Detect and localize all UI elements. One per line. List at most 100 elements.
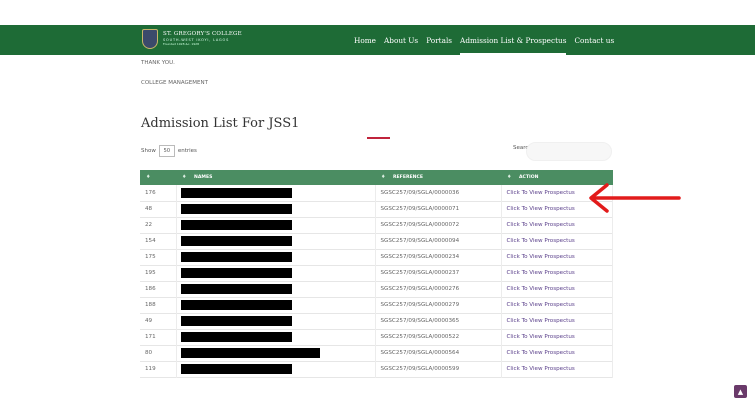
table-row: 49 SGSC257/09/SGLA/0000365 Click To View P… — [140, 313, 613, 329]
table-row: 186 SGSC257/09/SGLA/0000276 Click To View … — [140, 281, 613, 297]
reference-cell: SGSC257/09/SGLA/0000599 — [375, 361, 502, 377]
arrow-left-icon — [589, 183, 681, 213]
admission-table: ♦ ♦ NAMES ♦ REFERENCE ♦ ACTION 176 SGSC257/0… — [140, 170, 613, 378]
table-row: 80 SGSC257/09/SGLA/0000564 Click To View P… — [140, 345, 613, 361]
nav-item-about-us[interactable]: About Us — [384, 36, 418, 45]
serial-number-cell: 171 — [140, 329, 177, 345]
name-cell — [176, 201, 376, 217]
reference-cell: SGSC257/09/SGLA/0000237 — [375, 265, 502, 281]
view-prospectus-link[interactable]: Click To View Prospectus — [501, 329, 613, 345]
sort-icon: ♦ — [381, 174, 386, 180]
reference-cell: SGSC257/09/SGLA/0000234 — [375, 249, 502, 265]
sort-icon: ♦ — [146, 174, 151, 180]
logo-name: ST. GREGORY'S COLLEGE — [163, 31, 242, 37]
view-prospectus-link[interactable]: Click To View Prospectus — [501, 361, 613, 377]
redacted-name-bar — [180, 300, 292, 310]
redacted-name-bar — [180, 236, 292, 246]
search-input[interactable] — [526, 142, 612, 161]
table-row: 171 SGSC257/09/SGLA/0000522 Click To View … — [140, 329, 613, 345]
logo-established: Founded 1928 &c. 1928 — [163, 42, 199, 46]
reference-cell: SGSC257/09/SGLA/0000564 — [375, 345, 502, 361]
view-prospectus-link[interactable]: Click To View Prospectus — [501, 313, 613, 329]
nav-item-portals[interactable]: Portals — [426, 36, 452, 45]
chevron-up-icon[interactable]: ▲ — [734, 385, 747, 398]
sort-icon: ♦ — [182, 174, 187, 180]
view-prospectus-link[interactable]: Click To View Prospectus — [501, 217, 613, 233]
table-row: 119 SGSC257/09/SGLA/0000599 Click To View … — [140, 361, 613, 377]
name-cell — [176, 185, 376, 201]
reference-cell: SGSC257/09/SGLA/0000036 — [375, 185, 502, 201]
serial-number-cell: 175 — [140, 249, 177, 265]
view-prospectus-link[interactable]: Click To View Prospectus — [501, 281, 613, 297]
name-cell — [176, 313, 376, 329]
name-cell — [176, 281, 376, 297]
view-prospectus-link[interactable]: Click To View Prospectus — [501, 297, 613, 313]
name-cell — [176, 265, 376, 281]
reference-column-header[interactable]: ♦ REFERENCE — [375, 170, 501, 185]
table-row: 188 SGSC257/09/SGLA/0000279 Click To View … — [140, 297, 613, 313]
table-row: 175 SGSC257/09/SGLA/0000234 Click To View … — [140, 249, 613, 265]
redacted-name-bar — [180, 204, 292, 214]
reference-cell: SGSC257/09/SGLA/0000094 — [375, 233, 502, 249]
name-cell — [176, 297, 376, 313]
top-navbar: ST. GREGORY'S COLLEGE SOUTH-WEST IKOYI, … — [0, 25, 755, 55]
table-header-row: ♦ ♦ NAMES ♦ REFERENCE ♦ ACTION — [140, 170, 613, 185]
redacted-name-bar — [180, 252, 292, 262]
nav-item-contact-us[interactable]: Contact us — [574, 36, 614, 45]
reference-cell: SGSC257/09/SGLA/0000522 — [375, 329, 502, 345]
college-logo[interactable]: ST. GREGORY'S COLLEGE SOUTH-WEST IKOYI, … — [142, 29, 242, 49]
table-row: 195 SGSC257/09/SGLA/0000237 Click To View … — [140, 265, 613, 281]
serial-number-cell: 186 — [140, 281, 177, 297]
heading-accent-divider — [367, 137, 390, 139]
view-prospectus-link[interactable]: Click To View Prospectus — [501, 233, 613, 249]
redacted-name-bar — [180, 348, 320, 358]
redacted-name-bar — [180, 268, 292, 278]
name-cell — [176, 361, 376, 377]
reference-cell: SGSC257/09/SGLA/0000072 — [375, 217, 502, 233]
entries-select[interactable]: 50 — [158, 145, 175, 157]
thank-you-text: THANK YOU. — [141, 60, 175, 66]
name-cell — [176, 329, 376, 345]
table-body: 176 SGSC257/09/SGLA/0000036 Click To View … — [140, 185, 613, 377]
serial-number-cell: 80 — [140, 345, 177, 361]
view-prospectus-link[interactable]: Click To View Prospectus — [501, 345, 613, 361]
show-entries-control: Show 50 entries — [141, 145, 197, 157]
reference-cell: SGSC257/09/SGLA/0000279 — [375, 297, 502, 313]
serial-number-cell: 22 — [140, 217, 177, 233]
redacted-name-bar — [180, 284, 292, 294]
nav-item-home[interactable]: Home — [354, 36, 376, 45]
redacted-name-bar — [180, 332, 292, 342]
management-text: COLLEGE MANAGEMENT — [141, 80, 208, 86]
serial-number-cell: 119 — [140, 361, 177, 377]
names-column-header[interactable]: ♦ NAMES — [176, 170, 375, 185]
redacted-name-bar — [180, 187, 292, 198]
table-row: 154 SGSC257/09/SGLA/0000094 Click To View … — [140, 233, 613, 249]
reference-cell: SGSC257/09/SGLA/0000071 — [375, 201, 502, 217]
serial-number-cell: 176 — [140, 185, 177, 201]
crest-icon — [142, 29, 158, 49]
serial-number-cell: 49 — [140, 313, 177, 329]
table-row: 48 SGSC257/09/SGLA/0000071 Click To View P… — [140, 201, 613, 217]
redacted-name-bar — [180, 220, 292, 230]
entries-label: entries — [177, 148, 197, 154]
view-prospectus-link[interactable]: Click To View Prospectus — [501, 265, 613, 281]
name-cell — [176, 345, 376, 361]
page-title: Admission List For JSS1 — [141, 116, 300, 131]
sn-column-header[interactable]: ♦ — [140, 170, 176, 185]
table-row: 176 SGSC257/09/SGLA/0000036 Click To View … — [140, 185, 613, 201]
serial-number-cell: 48 — [140, 201, 177, 217]
sort-icon: ♦ — [507, 174, 512, 180]
nav-item-admission-list-prospectus[interactable]: Admission List & Prospectus — [460, 36, 567, 55]
reference-cell: SGSC257/09/SGLA/0000365 — [375, 313, 502, 329]
reference-cell: SGSC257/09/SGLA/0000276 — [375, 281, 502, 297]
name-cell — [176, 249, 376, 265]
name-cell — [176, 217, 376, 233]
serial-number-cell: 188 — [140, 297, 177, 313]
serial-number-cell: 154 — [140, 233, 177, 249]
view-prospectus-link[interactable]: Click To View Prospectus — [501, 249, 613, 265]
redacted-name-bar — [180, 364, 292, 374]
main-nav: Home About Us Portals Admission List & Pros… — [354, 25, 622, 55]
table-row: 22 SGSC257/09/SGLA/0000072 Click To View P… — [140, 217, 613, 233]
show-label: Show — [141, 148, 156, 154]
name-cell — [176, 233, 376, 249]
